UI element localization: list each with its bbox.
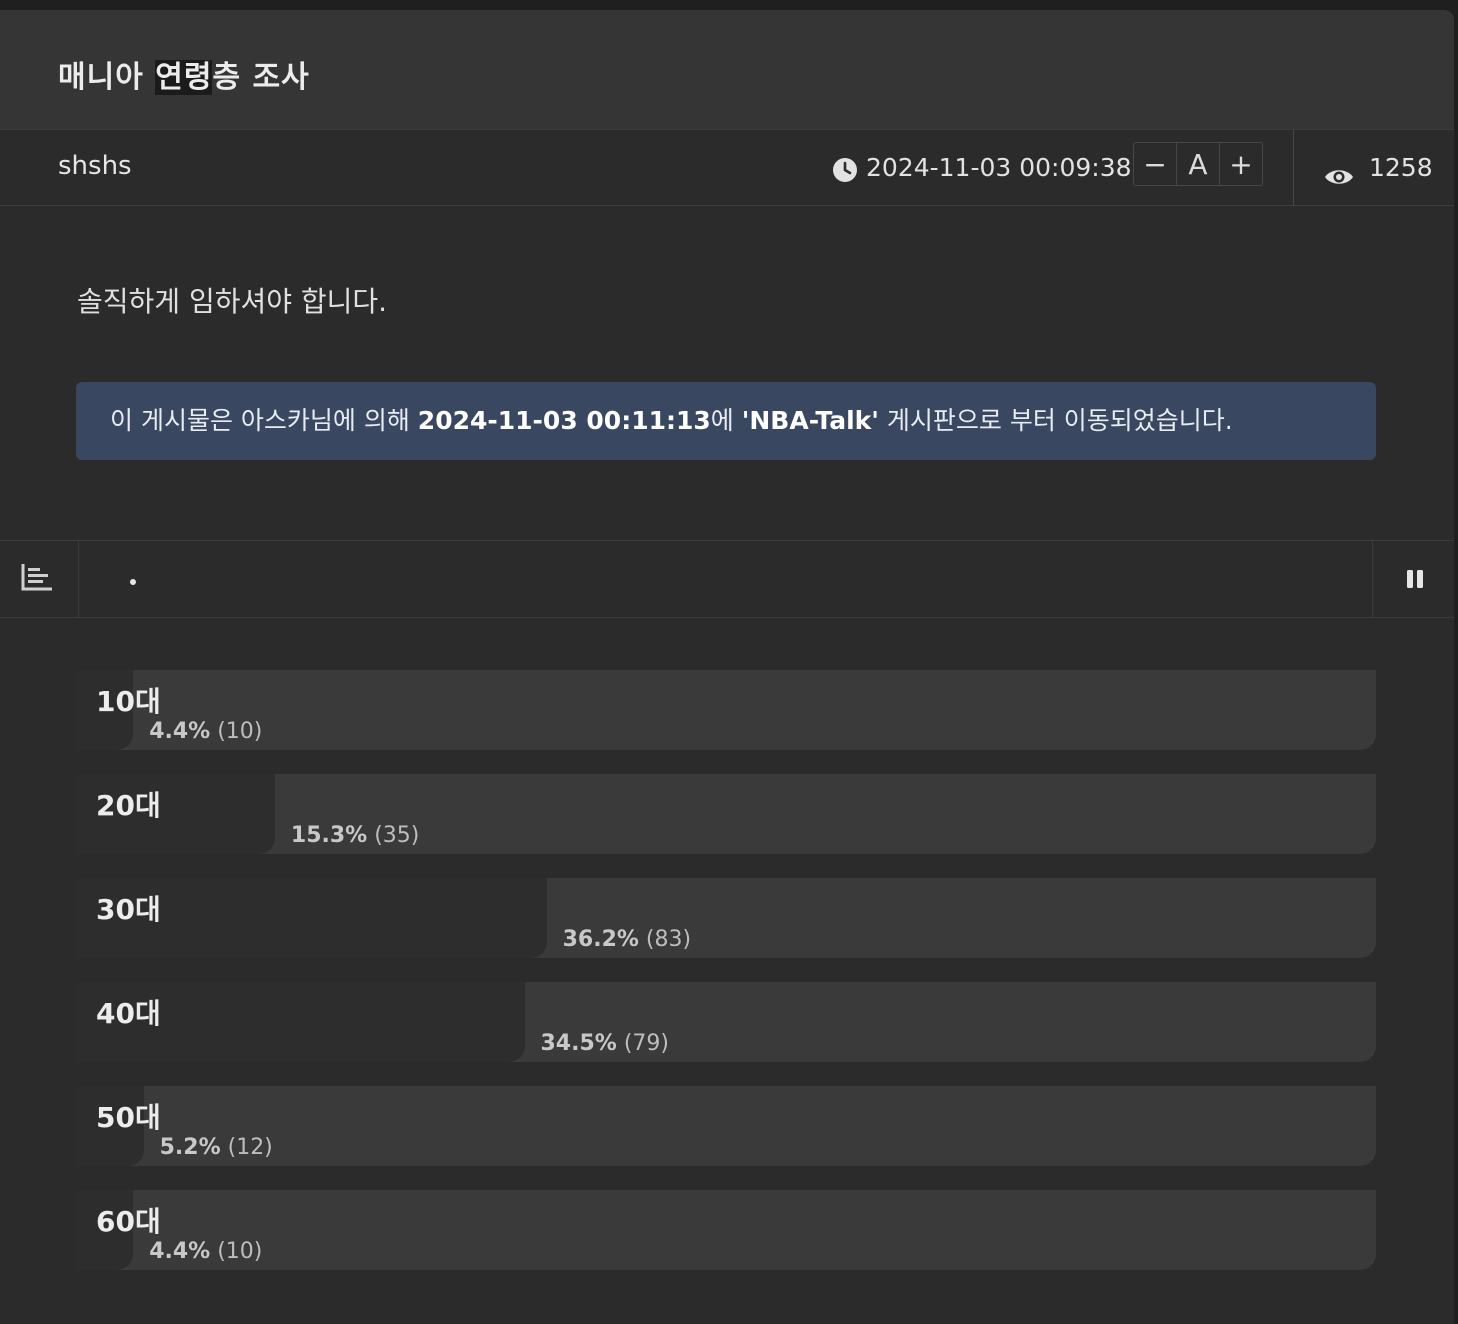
- poll-option-percent: 15.3%: [290, 823, 368, 848]
- post-datetime: 2024-11-03 00:09:38: [866, 153, 1132, 182]
- poll-option-percent: 4.4%: [149, 719, 211, 744]
- title-selected-text: 연령: [155, 60, 213, 95]
- poll-option-label: 40대: [96, 997, 161, 1030]
- font-decrease-button[interactable]: −: [1134, 143, 1176, 185]
- poll-option-percent: 5.2%: [159, 1135, 221, 1160]
- poll-option[interactable]: 60대 4.4% (10): [76, 1190, 1376, 1270]
- meta-bar: shshs 2024-11-03 00:09:38 − A + 1258: [0, 130, 1454, 206]
- notice-board: 'NBA-Talk': [741, 406, 879, 435]
- poll-results: 10대 4.4% (10) 20대 15.3% (35) 30대 36.2% (83) 40…: [76, 670, 1376, 1294]
- meta-divider: [1293, 130, 1294, 206]
- poll-option-count: (83): [645, 927, 692, 952]
- poll-option-result: 34.5% (79): [541, 1031, 670, 1056]
- poll-option-count: (10): [217, 719, 263, 744]
- poll-option[interactable]: 20대 15.3% (35): [76, 774, 1376, 854]
- font-size-control: − A +: [1133, 142, 1263, 186]
- title-part-1: 매니아: [58, 60, 156, 95]
- notice-moved-at: 2024-11-03 00:11:13: [417, 406, 711, 435]
- title-part-2: 층 조사: [212, 60, 310, 95]
- toolbar-divider: [1372, 541, 1373, 617]
- notice-mid: 에: [710, 406, 742, 435]
- pause-icon[interactable]: [1406, 569, 1424, 589]
- poll-option-count: (12): [227, 1135, 273, 1160]
- poll-option-result: 36.2% (83): [563, 927, 692, 952]
- post-card: 매니아 연령층 조사 shshs 2024-11-03 00:09:38 − A…: [0, 10, 1454, 1324]
- font-increase-button[interactable]: +: [1219, 143, 1262, 185]
- poll-option-result: 4.4% (10): [149, 719, 262, 744]
- notice-suffix: 게시판으로 부터 이동되었습니다.: [878, 406, 1233, 435]
- poll-toolbar: [0, 540, 1454, 618]
- title-bar: 매니아 연령층 조사: [0, 10, 1454, 130]
- poll-option-result: 4.4% (10): [149, 1239, 262, 1264]
- toolbar-divider: [78, 541, 79, 617]
- view-count: 1258: [1369, 153, 1433, 182]
- poll-option-label: 50대: [96, 1101, 161, 1134]
- poll-option-count: (79): [623, 1031, 669, 1056]
- author-name[interactable]: shshs: [58, 151, 132, 181]
- notice-prefix: 이 게시물은 아스카님에 의해: [110, 406, 418, 435]
- poll-option-count: (10): [217, 1239, 263, 1264]
- post-body: 솔직하게 임하셔야 합니다.: [77, 285, 388, 318]
- poll-option[interactable]: 10대 4.4% (10): [76, 670, 1376, 750]
- poll-option-label: 10대: [96, 685, 161, 718]
- poll-option-count: (35): [374, 823, 420, 848]
- move-notice: 이 게시물은 아스카님에 의해 2024-11-03 00:11:13에 'NB…: [76, 382, 1376, 460]
- poll-option-result: 5.2% (12): [160, 1135, 273, 1160]
- poll-option-label: 60대: [96, 1205, 161, 1238]
- poll-option-percent: 4.4%: [149, 1239, 211, 1264]
- toolbar-dot: [130, 579, 136, 585]
- poll-option[interactable]: 40대 34.5% (79): [76, 982, 1376, 1062]
- clock-icon: [833, 158, 857, 182]
- poll-option-label: 20대: [96, 789, 161, 822]
- poll-option-percent: 34.5%: [540, 1031, 617, 1056]
- poll-option-result: 15.3% (35): [291, 823, 420, 848]
- page-title: 매니아 연령층 조사: [58, 52, 310, 96]
- font-reset-button[interactable]: A: [1176, 143, 1219, 185]
- poll-option-percent: 36.2%: [562, 927, 639, 952]
- poll-option[interactable]: 50대 5.2% (12): [76, 1086, 1376, 1166]
- poll-option[interactable]: 30대 36.2% (83): [76, 878, 1376, 958]
- eye-icon: [1325, 170, 1353, 184]
- bar-chart-icon[interactable]: [20, 562, 54, 592]
- poll-option-label: 30대: [96, 893, 161, 926]
